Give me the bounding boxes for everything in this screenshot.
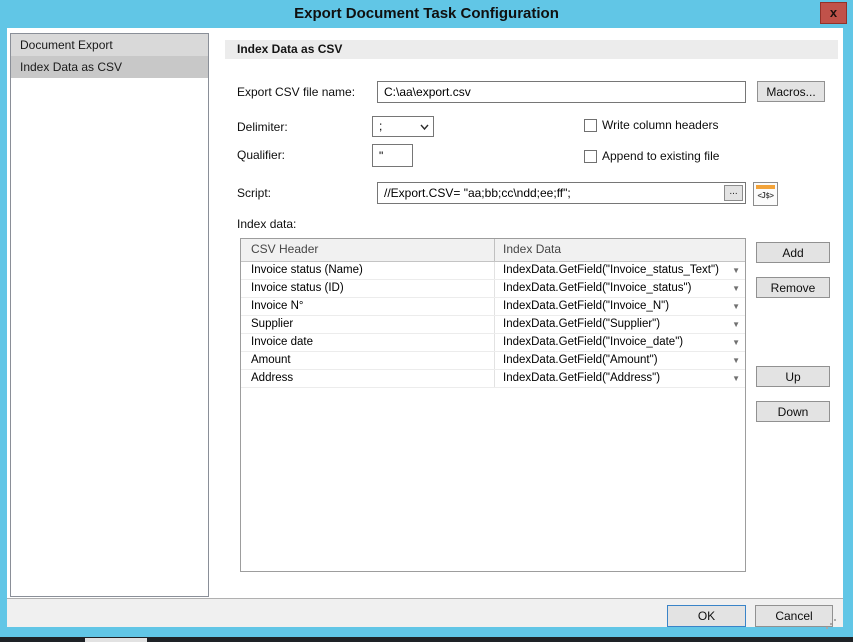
index-data-label: Index data: [237,213,296,235]
csv-header-cell[interactable]: Supplier [241,316,494,333]
index-data-value: IndexData.GetField("Amount") [503,354,658,366]
export-csv-file-name-label: Export CSV file name: [237,81,355,103]
resize-grip-icon[interactable] [834,619,836,621]
index-data-cell[interactable]: IndexData.GetField("Invoice_status") ▼ [494,280,745,297]
qualifier-input[interactable] [372,144,413,167]
write-column-headers-checkbox[interactable] [584,119,597,132]
dropdown-arrow-icon[interactable]: ▼ [732,316,740,333]
export-task-config-dialog: Export Document Task Configuration x Doc… [0,0,853,637]
table-row[interactable]: Invoice date IndexData.GetField("Invoice… [241,334,745,352]
panel-header: Index Data as CSV [225,40,838,59]
csv-header-cell[interactable]: Address [241,370,494,387]
chevron-down-icon [420,124,428,132]
sidebar-item-index-data-as-csv[interactable]: Index Data as CSV [11,56,208,78]
qualifier-label: Qualifier: [237,144,285,166]
taskbar-item[interactable] [85,638,147,642]
index-data-cell[interactable]: IndexData.GetField("Supplier") ▼ [494,316,745,333]
table-row[interactable]: Invoice N° IndexData.GetField("Invoice_N… [241,298,745,316]
titlebar[interactable]: Export Document Task Configuration x [0,0,853,28]
close-button[interactable]: x [820,2,847,24]
column-header-csv-header[interactable]: CSV Header [241,239,494,261]
table-row[interactable]: Invoice status (Name) IndexData.GetField… [241,262,745,280]
sidebar-list: Document Export Index Data as CSV [10,33,209,597]
script-field-group: ... [377,182,746,204]
index-data-cell[interactable]: IndexData.GetField("Invoice_N") ▼ [494,298,745,315]
table-row[interactable]: Address IndexData.GetField("Address") ▼ [241,370,745,388]
dialog-body: Document Export Index Data as CSV Index … [7,28,843,627]
index-data-value: IndexData.GetField("Address") [503,372,660,384]
ok-button[interactable]: OK [667,605,746,627]
script-browse-button[interactable]: ... [724,185,743,201]
window-title: Export Document Task Configuration [0,0,853,28]
index-data-cell[interactable]: IndexData.GetField("Invoice_date") ▼ [494,334,745,351]
cancel-button[interactable]: Cancel [755,605,833,627]
sidebar-item-document-export[interactable]: Document Export [11,34,208,56]
desktop-background: Export Document Task Configuration x Doc… [0,0,853,642]
index-data-cell[interactable]: IndexData.GetField("Amount") ▼ [494,352,745,369]
table-row[interactable]: Invoice status (ID) IndexData.GetField("… [241,280,745,298]
csv-header-cell[interactable]: Invoice N° [241,298,494,315]
delimiter-value: ; [379,119,382,133]
index-data-cell[interactable]: IndexData.GetField("Invoice_status_Text"… [494,262,745,279]
close-icon: x [830,5,837,20]
up-button[interactable]: Up [756,366,830,387]
dropdown-arrow-icon[interactable]: ▼ [732,334,740,351]
javascript-icon: <J$> [754,191,777,200]
table-row[interactable]: Amount IndexData.GetField("Amount") ▼ [241,352,745,370]
append-to-existing-file-label: Append to existing file [602,149,719,164]
taskbar-strip [0,637,853,642]
index-data-table: CSV Header Index Data Invoice status (Na… [240,238,746,572]
script-label: Script: [237,182,271,204]
index-data-table-header: CSV Header Index Data [241,239,745,262]
dropdown-arrow-icon[interactable]: ▼ [732,370,740,387]
ellipsis-icon: ... [729,186,737,197]
add-button[interactable]: Add [756,242,830,263]
csv-header-cell[interactable]: Amount [241,352,494,369]
index-data-value: IndexData.GetField("Invoice_N") [503,300,669,312]
down-button[interactable]: Down [756,401,830,422]
delimiter-label: Delimiter: [237,116,288,138]
export-csv-file-name-input[interactable] [377,81,746,103]
index-data-value: IndexData.GetField("Supplier") [503,318,660,330]
csv-header-cell[interactable]: Invoice status (Name) [241,262,494,279]
index-data-cell[interactable]: IndexData.GetField("Address") ▼ [494,370,745,387]
macros-button[interactable]: Macros... [757,81,825,102]
script-editor-button[interactable]: <J$> [753,182,778,206]
csv-header-cell[interactable]: Invoice date [241,334,494,351]
column-header-index-data[interactable]: Index Data [494,239,745,261]
table-row[interactable]: Supplier IndexData.GetField("Supplier") ▼ [241,316,745,334]
write-column-headers-label: Write column headers [602,118,719,133]
dropdown-arrow-icon[interactable]: ▼ [732,280,740,297]
index-data-value: IndexData.GetField("Invoice_date") [503,336,683,348]
dropdown-arrow-icon[interactable]: ▼ [732,262,740,279]
index-data-table-body: Invoice status (Name) IndexData.GetField… [241,262,745,388]
dropdown-arrow-icon[interactable]: ▼ [732,298,740,315]
dropdown-arrow-icon[interactable]: ▼ [732,352,740,369]
remove-button[interactable]: Remove [756,277,830,298]
script-input[interactable] [377,182,746,204]
index-data-value: IndexData.GetField("Invoice_status_Text"… [503,264,719,276]
index-data-value: IndexData.GetField("Invoice_status") [503,282,691,294]
append-to-existing-file-checkbox[interactable] [584,150,597,163]
delimiter-select[interactable]: ; [372,116,434,137]
csv-header-cell[interactable]: Invoice status (ID) [241,280,494,297]
js-icon-titlebar [756,185,775,189]
